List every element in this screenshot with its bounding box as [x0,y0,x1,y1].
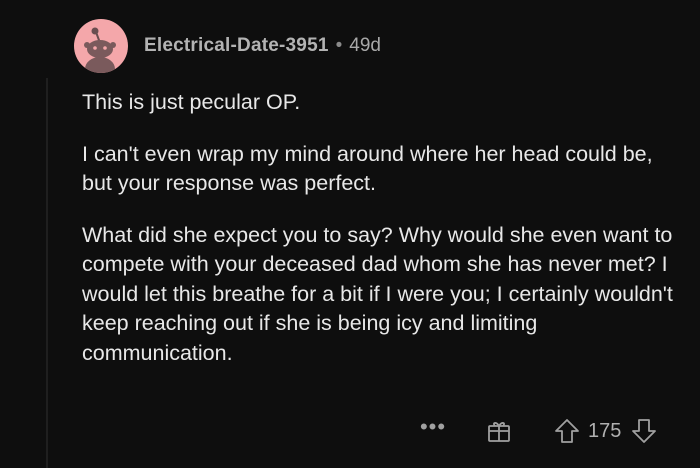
comment-paragraph-3: What did she expect you to say? Why woul… [82,222,673,365]
vote-count: 175 [588,419,622,442]
more-options-button[interactable]: ••• [418,416,448,438]
comment-paragraph-2: I can't even wrap my mind around where h… [82,141,653,196]
meta-separator: • [335,35,343,56]
comment-meta: Electrical-Date-3951 • 49d [144,35,381,57]
comment-paragraph-1: This is just pecular OP. [82,90,301,114]
thread-line [46,78,48,468]
username-link[interactable]: Electrical-Date-3951 [144,35,329,57]
comment-actions: ••• 175 [418,414,657,448]
downvote-button[interactable] [631,418,657,444]
arrow-down-icon [632,419,657,443]
user-avatar[interactable] [74,19,128,73]
ellipsis-icon: ••• [419,414,447,439]
comment-age: 49d [349,35,381,56]
arrow-up-icon [555,419,579,443]
award-button[interactable] [486,418,512,444]
comment-header: Electrical-Date-3951 • 49d [74,19,381,73]
snoo-avatar-icon [84,27,116,73]
gift-icon [488,422,510,442]
comment-body: This is just pecular OP. I can't even wr… [82,88,682,390]
upvote-button[interactable] [554,418,580,444]
